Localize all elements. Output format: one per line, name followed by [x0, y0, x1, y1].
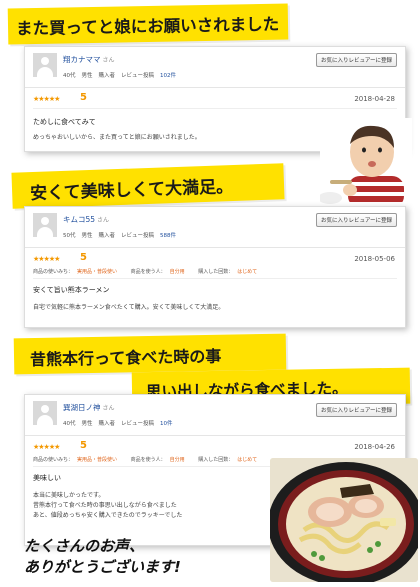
star-rating-icon: ★★★★★ — [33, 443, 60, 451]
thanks-message: たくさんのお声、 ありがとうございます! — [24, 536, 181, 578]
rating-row: ★★★★★ 5 2018-04-26 — [25, 438, 405, 456]
reviewer-name[interactable]: キムコ55 さん — [63, 214, 109, 225]
favorite-reviewer-button[interactable]: お気に入りレビュアーに登録 — [315, 53, 397, 67]
reviewer-name[interactable]: 巽湖日ノ神 さん — [63, 402, 115, 413]
avatar — [33, 401, 57, 425]
star-rating-icon: ★★★★★ — [33, 255, 60, 263]
ramen-bowl-image — [270, 458, 418, 582]
headline-text-3a: 昔熊本行って食べた時の事 — [29, 346, 222, 370]
review-body: 自宅で気軽に熊本ラーメン食べたくて購入。安くて美味しくて大満足。 — [33, 304, 225, 311]
thanks-line-1: たくさんのお声、 — [24, 537, 145, 555]
headline-banner-2: 安くて美味しくて大満足。 — [11, 163, 285, 209]
headline-banner-3a: 昔熊本行って食べた時の事 — [13, 333, 287, 375]
star-rating-icon: ★★★★★ — [33, 95, 60, 103]
review-card-2: キムコ55 さん 50代 男性 購入者 レビュー投稿 588件 お気に入りレビュアーに登録… — [24, 206, 406, 328]
user-tag[interactable]: 自分用 — [170, 269, 185, 275]
child-eating-image — [320, 118, 412, 208]
times-tag[interactable]: はじめて — [237, 457, 257, 463]
review-date: 2018-05-06 — [354, 255, 395, 263]
rating-row: ★★★★★ 5 2018-04-28 — [25, 90, 405, 108]
usage-tag[interactable]: 実用品・普段使い — [77, 457, 117, 463]
rating-score: 5 — [80, 92, 87, 103]
review-date: 2018-04-26 — [354, 443, 395, 451]
review-date: 2018-04-28 — [354, 95, 395, 103]
review-count-link[interactable]: 10件 — [160, 421, 173, 427]
headline-text-2: 安くて美味しくて大満足。 — [29, 177, 234, 205]
reviewer-header: 巽湖日ノ神 さん 40代 男性 購入者 レビュー投稿 10件 お気に入りレビュアーに登録 — [25, 395, 405, 436]
favorite-reviewer-button[interactable]: お気に入りレビュアーに登録 — [315, 403, 397, 417]
headline-text-1: また買ってと娘にお願いされました — [15, 14, 280, 39]
avatar — [33, 53, 57, 77]
favorite-reviewer-button[interactable]: お気に入りレビュアーに登録 — [315, 213, 397, 227]
times-tag[interactable]: はじめて — [237, 269, 257, 275]
reviewer-meta: 40代 男性 購入者 レビュー投稿 10件 — [63, 421, 173, 427]
review-count-link[interactable]: 102件 — [160, 73, 176, 79]
rating-score: 5 — [80, 440, 87, 451]
review-count-link[interactable]: 588件 — [160, 233, 176, 239]
user-tag[interactable]: 自分用 — [170, 457, 185, 463]
avatar — [33, 213, 57, 237]
reviewer-header: キムコ55 さん 50代 男性 購入者 レビュー投稿 588件 お気に入りレビュアーに登録 — [25, 207, 405, 248]
reviewer-header: 翔カナママ さん 40代 男性 購入者 レビュー投稿 102件 お気に入りレビュアーに登録 — [25, 47, 405, 88]
rating-row: ★★★★★ 5 2018-05-06 — [25, 250, 405, 268]
usage-tag[interactable]: 実用品・普段使い — [77, 269, 117, 275]
purchase-info: 商品の使いみち： 実用品・普段使い 商品を使う人： 自分用 購入した回数： はじめて — [33, 269, 258, 275]
thanks-line-2: ありがとうございます! — [24, 558, 181, 576]
review-title: 安くて旨い熊本ラーメン — [33, 286, 110, 294]
reviewer-meta: 50代 男性 購入者 レビュー投稿 588件 — [63, 233, 177, 239]
rating-score: 5 — [80, 252, 87, 263]
reviewer-meta: 40代 男性 購入者 レビュー投稿 102件 — [63, 73, 177, 79]
headline-banner-1: また買ってと娘にお願いされました — [7, 3, 289, 45]
reviewer-name[interactable]: 翔カナママ さん — [63, 54, 115, 65]
